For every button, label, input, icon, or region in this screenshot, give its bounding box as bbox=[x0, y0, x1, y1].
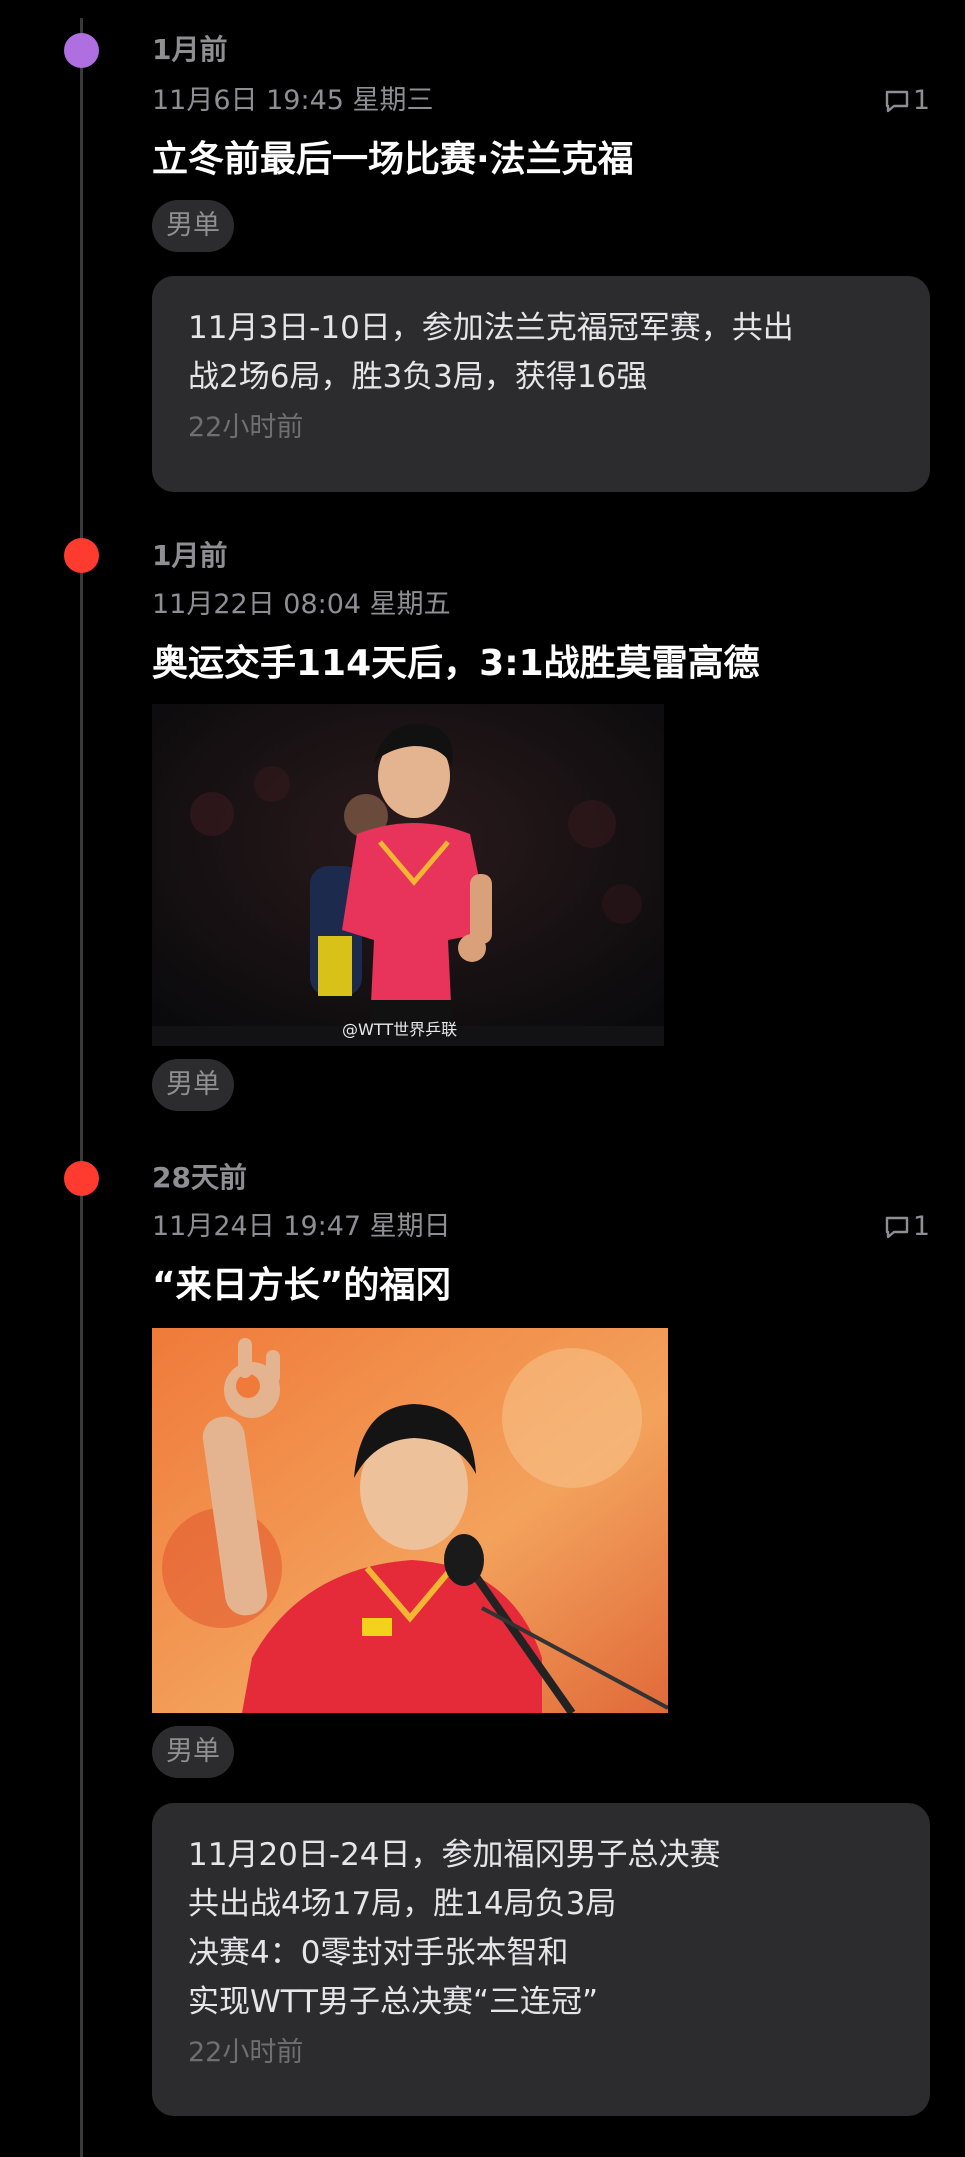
relative-time: 28天前 bbox=[152, 1161, 247, 1194]
comment-count[interactable]: 1 bbox=[883, 1210, 930, 1244]
entry-tag[interactable]: 男单 bbox=[152, 1726, 234, 1778]
relative-time: 1月前 bbox=[152, 33, 228, 66]
player-celebration-image bbox=[152, 704, 664, 1046]
entry-title[interactable]: 立冬前最后一场比赛·法兰克福 bbox=[152, 137, 634, 183]
timeline-line bbox=[80, 18, 83, 2157]
timeline-entry-3[interactable]: 28天前 11月24日 19:47 星期日 1 “来日方长”的福冈 男单 11月… bbox=[152, 1158, 930, 2118]
note-line: 11月20日-24日，参加福冈男子总决赛 bbox=[188, 1837, 721, 1873]
relative-time: 1月前 bbox=[152, 539, 228, 572]
comment-count[interactable]: 1 bbox=[883, 84, 930, 118]
note-line: 战2场6局，胜3负3局，获得16强 bbox=[188, 359, 648, 395]
entry-tag[interactable]: 男单 bbox=[152, 200, 234, 252]
entry-title[interactable]: “来日方长”的福冈 bbox=[152, 1263, 451, 1309]
entry-tag[interactable]: 男单 bbox=[152, 1059, 234, 1111]
timeline-dot-red bbox=[64, 1161, 99, 1196]
entry-date: 11月6日 19:45 星期三 bbox=[152, 85, 434, 116]
match-photo[interactable]: @WTT世界乒联 bbox=[152, 704, 664, 1046]
comment-count-label: 1 bbox=[912, 85, 930, 116]
note-time: 22小时前 bbox=[188, 412, 304, 443]
comment-bubble-icon bbox=[883, 88, 911, 114]
note-line: 共出战4场17局，胜14局负3局 bbox=[188, 1886, 617, 1922]
entry-date: 11月22日 08:04 星期五 bbox=[152, 589, 451, 620]
note-line: 11月3日-10日，参加法兰克福冠军赛，共出 bbox=[188, 310, 794, 346]
photo-watermark: @WTT世界乒联 bbox=[342, 1020, 458, 1039]
note-line: 决赛4：0零封对手张本智和 bbox=[188, 1935, 569, 1971]
note-time: 22小时前 bbox=[188, 2037, 304, 2068]
timeline-dot-red bbox=[64, 538, 99, 573]
note-line: 实现WTT男子总决赛“三连冠” bbox=[188, 1984, 599, 2020]
comment-bubble-icon bbox=[883, 1214, 911, 1240]
timeline-entry-2[interactable]: 1月前 11月22日 08:04 星期五 奥运交手114天后，3:1战胜莫雷高德 bbox=[152, 536, 930, 1116]
post-photo[interactable] bbox=[152, 1328, 668, 1713]
entry-date: 11月24日 19:47 星期日 bbox=[152, 1211, 451, 1242]
entry-title[interactable]: 奥运交手114天后，3:1战胜莫雷高德 bbox=[152, 641, 760, 687]
note-card[interactable]: 11月3日-10日，参加法兰克福冠军赛，共出 战2场6局，胜3负3局，获得16强… bbox=[152, 276, 930, 492]
comment-count-label: 1 bbox=[912, 1211, 930, 1242]
player-ok-gesture-image bbox=[152, 1328, 668, 1713]
note-card[interactable]: 11月20日-24日，参加福冈男子总决赛 共出战4场17局，胜14局负3局 决赛… bbox=[152, 1803, 930, 2116]
timeline-dot-purple bbox=[64, 33, 99, 68]
timeline-entry-1[interactable]: 1月前 11月6日 19:45 星期三 1 立冬前最后一场比赛·法兰克福 男单 … bbox=[152, 30, 930, 500]
